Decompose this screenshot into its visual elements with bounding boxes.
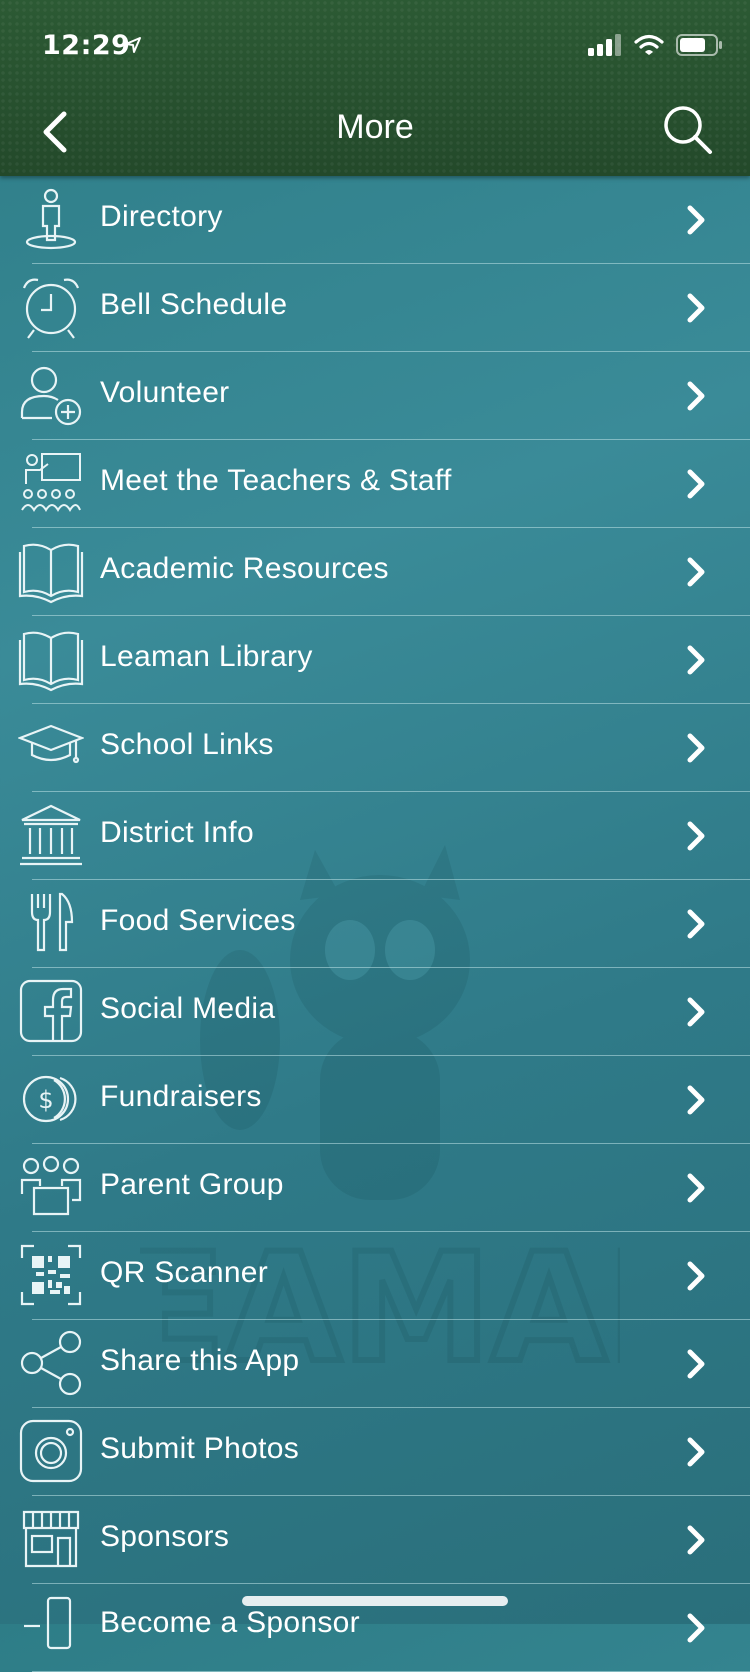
share-icon	[20, 1330, 82, 1396]
item-label: Leaman Library	[100, 640, 313, 673]
item-label: Fundraisers	[100, 1080, 262, 1113]
item-label: School Links	[100, 728, 274, 761]
graduation-cap-icon	[18, 724, 84, 764]
facebook-icon	[19, 979, 83, 1043]
item-label: Food Services	[100, 904, 296, 937]
phone-icon	[24, 1596, 72, 1650]
wifi-icon	[634, 34, 664, 56]
item-label: Sponsors	[100, 1520, 230, 1553]
item-label: District Info	[100, 816, 254, 849]
list-item-academic-resources[interactable]: Academic Resources	[0, 528, 750, 616]
item-label: Share this App	[100, 1344, 300, 1377]
list-item-sponsors[interactable]: Sponsors	[0, 1496, 750, 1584]
chevron-right-icon	[687, 1525, 705, 1555]
location-arrow-icon	[124, 36, 142, 54]
book-icon	[18, 631, 84, 692]
chevron-right-icon	[687, 381, 705, 411]
chevron-right-icon	[687, 1613, 705, 1643]
qr-code-icon	[20, 1244, 82, 1306]
list-item-social-media[interactable]: Social Media	[0, 968, 750, 1056]
list-item-district-info[interactable]: District Info	[0, 792, 750, 880]
search-button[interactable]	[662, 104, 714, 156]
list-item-leaman-library[interactable]: Leaman Library	[0, 616, 750, 704]
chevron-right-icon	[687, 557, 705, 587]
list-item-meet-the-teachers[interactable]: Meet the Teachers & Staff	[0, 440, 750, 528]
chevron-right-icon	[687, 1085, 705, 1115]
chevron-right-icon	[687, 1261, 705, 1291]
book-icon	[18, 543, 84, 604]
chevron-right-icon	[687, 821, 705, 851]
chevron-right-icon	[687, 205, 705, 235]
storefront-icon	[22, 1510, 80, 1568]
camera-icon	[19, 1419, 83, 1483]
status-time: 12:29	[42, 30, 131, 61]
chevron-right-icon	[687, 645, 705, 675]
page-title: More	[336, 108, 414, 146]
coins-icon: $	[22, 1075, 77, 1123]
item-label: Volunteer	[100, 376, 230, 409]
list-item-share-this-app[interactable]: Share this App	[0, 1320, 750, 1408]
list-item-qr-scanner[interactable]: QR Scanner	[0, 1232, 750, 1320]
list-item-fundraisers[interactable]: $ Fundraisers	[0, 1056, 750, 1144]
search-icon	[664, 106, 712, 154]
item-label: QR Scanner	[100, 1256, 269, 1289]
item-label: Social Media	[100, 992, 276, 1025]
list-item-volunteer[interactable]: Volunteer	[0, 352, 750, 440]
building-columns-icon	[20, 804, 82, 866]
chevron-right-icon	[687, 1437, 705, 1467]
chevron-right-icon	[687, 469, 705, 499]
chevron-right-icon	[687, 733, 705, 763]
list-item-bell-schedule[interactable]: Bell Schedule	[0, 264, 750, 352]
alarm-clock-icon	[22, 278, 80, 339]
home-indicator[interactable]	[242, 1596, 508, 1606]
item-label: Parent Group	[100, 1168, 284, 1201]
battery-icon	[676, 34, 722, 56]
list-item-food-services[interactable]: Food Services	[0, 880, 750, 968]
chevron-right-icon	[687, 1349, 705, 1379]
item-label: Bell Schedule	[100, 288, 288, 321]
list-item-directory[interactable]: Directory	[0, 176, 750, 264]
item-label: Directory	[100, 200, 223, 233]
group-icon	[20, 1155, 82, 1216]
fork-knife-icon	[30, 892, 74, 952]
item-label: Academic Resources	[100, 552, 389, 585]
chevron-right-icon	[687, 997, 705, 1027]
chevron-right-icon	[687, 293, 705, 323]
chevron-right-icon	[687, 1173, 705, 1203]
item-label: Submit Photos	[100, 1432, 300, 1465]
person-pin-icon	[25, 188, 77, 250]
list-item-school-links[interactable]: School Links	[0, 704, 750, 792]
cellular-signal-icon	[588, 34, 622, 56]
nav-header: 12:29 More	[0, 0, 750, 176]
svg-text:$: $	[38, 1086, 53, 1114]
item-label: Become a Sponsor	[100, 1606, 360, 1639]
list-item-parent-group[interactable]: Parent Group	[0, 1144, 750, 1232]
teacher-class-icon	[21, 453, 81, 512]
person-add-icon	[20, 366, 82, 426]
list-item-submit-photos[interactable]: Submit Photos	[0, 1408, 750, 1496]
item-label: Meet the Teachers & Staff	[100, 464, 452, 497]
chevron-right-icon	[687, 909, 705, 939]
menu-list: Directory Bell Schedule Volunteer Meet t…	[0, 176, 750, 1672]
